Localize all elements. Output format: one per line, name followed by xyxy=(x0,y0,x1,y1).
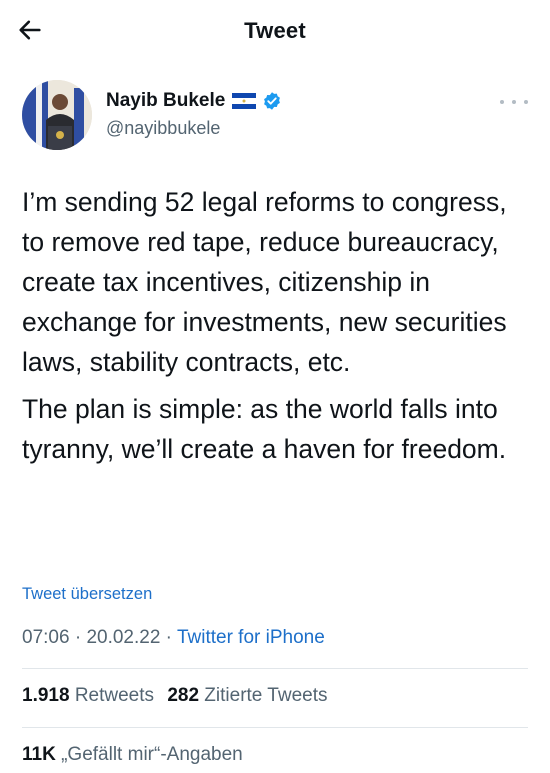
tweet-paragraph: The plan is simple: as the world falls i… xyxy=(22,394,507,464)
likes-stat[interactable]: 11K „Gefällt mir“-Angaben xyxy=(22,744,243,766)
meta-separator: · xyxy=(160,627,177,648)
tweet-author: Nayib Bukele @nayibbukele xyxy=(22,80,532,152)
avatar[interactable] xyxy=(22,80,92,150)
verified-badge-icon xyxy=(262,91,282,111)
likes-label: „Gefällt mir“-Angaben xyxy=(61,744,243,765)
tweet-text: I’m sending 52 legal reforms to congress… xyxy=(22,182,532,469)
divider xyxy=(22,668,528,669)
tweet-paragraph: I’m sending 52 legal reforms to congress… xyxy=(22,187,507,377)
tweet-source-link[interactable]: Twitter for iPhone xyxy=(177,627,325,648)
translate-tweet-link[interactable]: Tweet übersetzen xyxy=(22,585,152,604)
more-options-icon[interactable] xyxy=(500,94,528,110)
retweets-label: Retweets xyxy=(74,685,155,706)
quote-tweets-count: 282 xyxy=(167,685,200,706)
el-salvador-flag-icon xyxy=(232,93,257,109)
meta-separator: · xyxy=(69,627,87,648)
name-row: Nayib Bukele xyxy=(106,90,282,112)
tweet-date: 20.02.22 xyxy=(86,627,161,648)
page-title: Tweet xyxy=(244,18,306,43)
quote-tweets-label: Zitierte Tweets xyxy=(204,685,328,706)
likes-count: 11K xyxy=(22,744,56,765)
top-bar: Tweet xyxy=(0,0,550,62)
tweet-meta: 07:06 · 20.02.22 · Twitter for iPhone xyxy=(22,627,325,649)
divider xyxy=(22,727,528,728)
retweets-stat[interactable]: 1.918 Retweets xyxy=(22,685,154,706)
author-name[interactable]: Nayib Bukele xyxy=(106,90,225,112)
author-handle[interactable]: @nayibbukele xyxy=(106,118,220,139)
quote-tweets-stat[interactable]: 282 Zitierte Tweets xyxy=(167,685,327,706)
tweet-time: 07:06 xyxy=(22,627,70,648)
retweets-count: 1.918 xyxy=(22,685,70,706)
tweet-stats: 1.918 Retweets 282 Zitierte Tweets xyxy=(22,685,328,707)
